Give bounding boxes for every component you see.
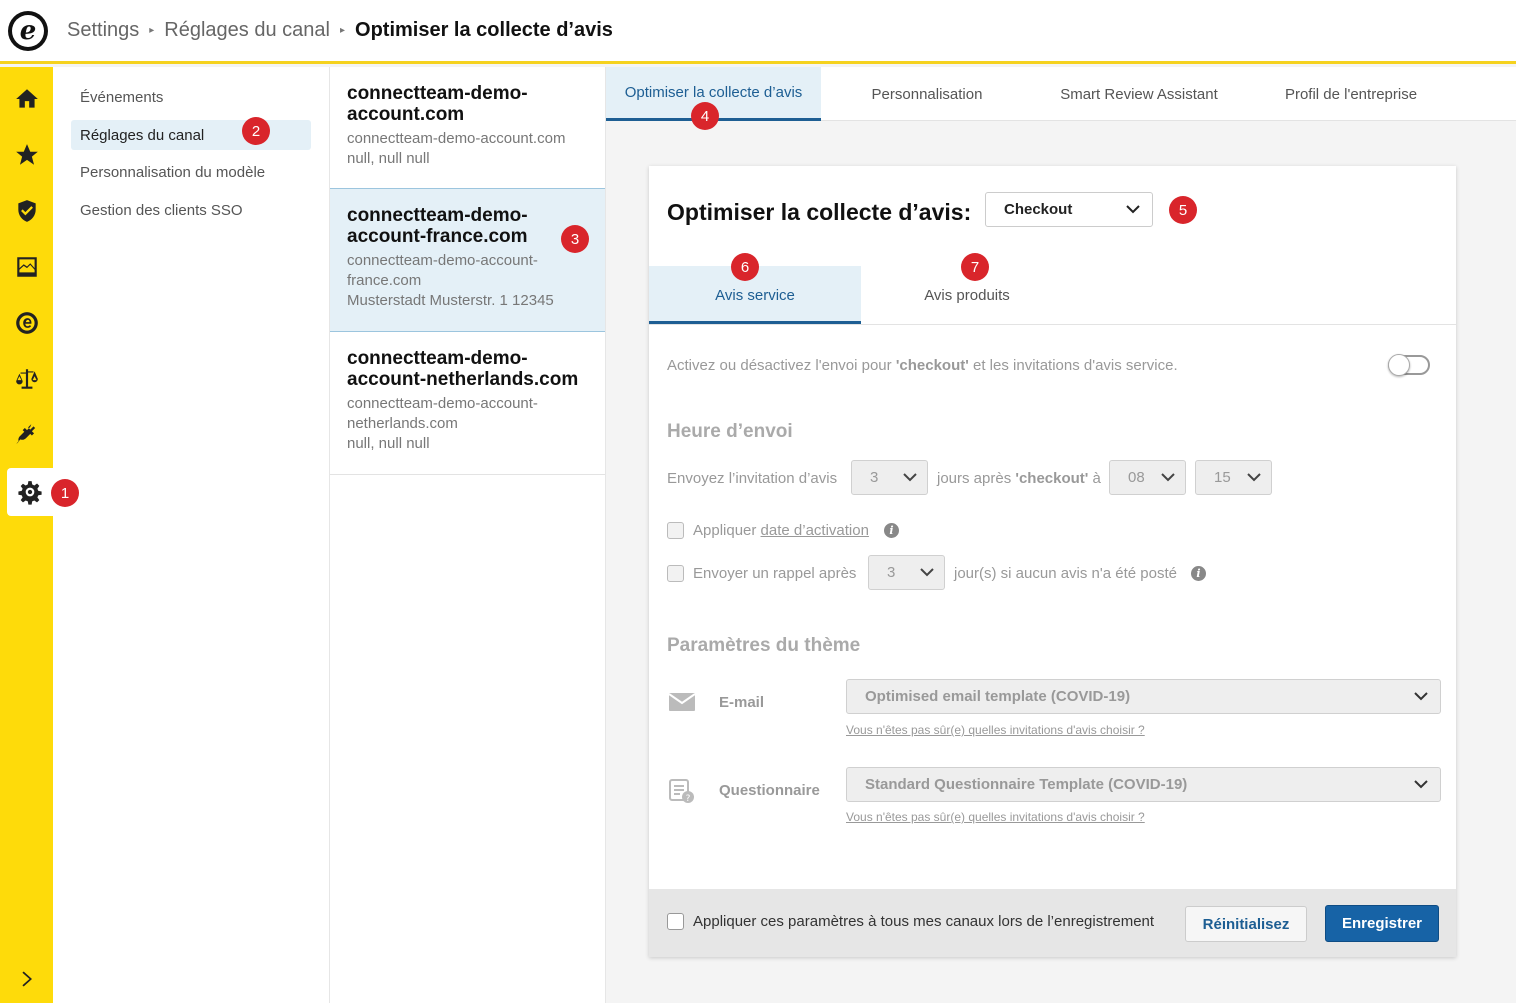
apply-all-checkbox[interactable]: [667, 913, 684, 930]
step-marker-1: 1: [51, 479, 79, 507]
channel-url: connectteam-demo-account-netherlands.com: [347, 395, 538, 432]
breadcrumb-settings[interactable]: Settings: [67, 19, 139, 42]
svg-text:?: ?: [686, 794, 691, 804]
channel-url: connectteam-demo-account.com: [347, 130, 566, 147]
settings-card: Optimiser la collecte d’avis: Checkout A…: [649, 166, 1456, 957]
info-icon[interactable]: i: [1191, 566, 1206, 581]
chevron-down-icon: [1414, 692, 1428, 701]
save-button[interactable]: Enregistrer: [1325, 905, 1439, 942]
toggle-knob: [1388, 354, 1410, 376]
channel-name: connectteam-demo-account-france.com: [347, 205, 528, 247]
activation-date-link[interactable]: date d’activation: [761, 522, 869, 539]
theme-settings-title: Paramètres du thème: [667, 635, 861, 656]
info-icon[interactable]: i: [884, 523, 899, 538]
subnav-item-sso-clients[interactable]: Gestion des clients SSO: [71, 195, 311, 225]
service-invite-toggle[interactable]: [1388, 354, 1430, 376]
breadcrumb-separator-icon: ▸: [149, 25, 155, 36]
card-footer: Appliquer ces paramètres à tous mes cana…: [649, 889, 1456, 957]
reset-button[interactable]: Réinitialisez: [1185, 906, 1307, 942]
channel-name: connectteam-demo-account-netherlands.com: [347, 348, 579, 390]
channel-address: null, null null: [347, 435, 430, 452]
days-after-select[interactable]: 3: [851, 460, 928, 495]
step-marker-5: 5: [1169, 196, 1197, 224]
subnav-item-channel-settings[interactable]: Réglages du canal: [71, 120, 311, 150]
chevron-down-icon: [1247, 473, 1261, 482]
review-type-tabs: Avis service Avis produits: [649, 266, 1456, 325]
send-time-title: Heure d’envoi: [667, 421, 793, 442]
breadcrumb: Settings ▸ Réglages du canal ▸ Optimiser…: [67, 19, 613, 42]
minute-select[interactable]: 15: [1195, 460, 1272, 495]
reminder-checkbox[interactable]: [667, 565, 684, 582]
channel-address: Musterstadt Musterstr. 1 12345: [347, 292, 554, 309]
email-template-select[interactable]: Optimised email template (COVID-19): [846, 679, 1441, 714]
chevron-down-icon: [1414, 780, 1428, 789]
event-select[interactable]: Checkout: [985, 192, 1153, 227]
hour-select[interactable]: 08: [1109, 460, 1186, 495]
settings-subnav: Événements Réglages du canal Personnalis…: [53, 67, 330, 1003]
apply-all-label: Appliquer ces paramètres à tous mes cana…: [693, 913, 1155, 930]
breadcrumb-separator-icon: ▸: [339, 25, 346, 36]
breadcrumb-current: Optimiser la collecte d’avis: [355, 19, 613, 41]
trustmark-icon[interactable]: [0, 299, 53, 347]
step-marker-2: 2: [242, 117, 270, 145]
event-select-value: Checkout: [1004, 201, 1073, 218]
subnav-item-template-customization[interactable]: Personnalisation du modèle: [71, 157, 311, 187]
channel-name: connectteam-demo-account.com: [347, 83, 528, 125]
email-help-link[interactable]: Vous n'êtes pas sûr(e) quelles invitatio…: [846, 723, 1145, 737]
activation-date-label: Appliquer date d’activation: [693, 522, 869, 539]
channel-address: null, null null: [347, 150, 430, 167]
tab-company-profile[interactable]: Profil de l'entreprise: [1245, 67, 1457, 121]
logo-letter: e: [12, 14, 44, 47]
channel-item[interactable]: connectteam-demo-account-netherlands.com…: [330, 332, 605, 475]
toggle-description: Activez ou désactivez l'envoi pour 'chec…: [667, 357, 1178, 374]
subnav-item-events[interactable]: Événements: [71, 82, 311, 112]
step-marker-6: 6: [731, 253, 759, 281]
tab-smart-review-assistant[interactable]: Smart Review Assistant: [1033, 67, 1245, 121]
chevron-right-icon[interactable]: [0, 955, 53, 1003]
reminder-suffix: jour(s) si aucun avis n'a été posté: [954, 565, 1177, 582]
questionnaire-label: Questionnaire: [719, 782, 820, 799]
shield-check-icon[interactable]: [0, 187, 53, 235]
chevron-down-icon: [920, 568, 934, 577]
send-time-mid-label: jours après 'checkout' à: [937, 470, 1101, 487]
envelope-icon: [669, 693, 695, 711]
reminder-label: Envoyer un rappel après: [693, 565, 857, 582]
chart-icon[interactable]: [0, 243, 53, 291]
home-icon[interactable]: [0, 75, 53, 123]
step-marker-3: 3: [561, 225, 589, 253]
channel-url: connectteam-demo-account-france.com: [347, 252, 538, 289]
chevron-down-icon: [903, 473, 917, 482]
trusted-shops-logo[interactable]: e: [8, 10, 48, 51]
reminder-days-select[interactable]: 3: [868, 555, 945, 590]
chevron-down-icon: [1161, 473, 1175, 482]
step-marker-4: 4: [691, 102, 719, 130]
channel-item-active[interactable]: connectteam-demo-account-france.com conn…: [330, 188, 605, 332]
questionnaire-icon: ?: [669, 779, 694, 804]
send-time-label: Envoyez l’invitation d’avis: [667, 470, 838, 487]
star-icon[interactable]: [0, 131, 53, 179]
card-title: Optimiser la collecte d’avis:: [667, 199, 972, 225]
icon-rail: [0, 67, 53, 1003]
activation-date-checkbox[interactable]: [667, 522, 684, 539]
gear-icon[interactable]: [7, 468, 53, 516]
channel-item[interactable]: connectteam-demo-account.com connectteam…: [330, 67, 605, 189]
questionnaire-help-link[interactable]: Vous n'êtes pas sûr(e) quelles invitatio…: [846, 810, 1145, 824]
tab-personalization[interactable]: Personnalisation: [821, 67, 1033, 121]
channel-list: connectteam-demo-account.com connectteam…: [330, 67, 606, 1003]
top-header: e Settings ▸ Réglages du canal ▸ Optimis…: [0, 0, 1516, 64]
email-label: E-mail: [719, 694, 765, 711]
step-marker-7: 7: [961, 253, 989, 281]
breadcrumb-channel-settings[interactable]: Réglages du canal: [164, 19, 330, 42]
scale-icon[interactable]: [0, 355, 53, 403]
questionnaire-template-select[interactable]: Standard Questionnaire Template (COVID-1…: [846, 767, 1441, 802]
main-tabs: Optimiser la collecte d’avis Personnalis…: [606, 67, 1516, 121]
chevron-down-icon: [1126, 205, 1140, 214]
plug-icon[interactable]: [0, 411, 53, 459]
main-content: Optimiser la collecte d’avis Personnalis…: [606, 67, 1516, 1003]
